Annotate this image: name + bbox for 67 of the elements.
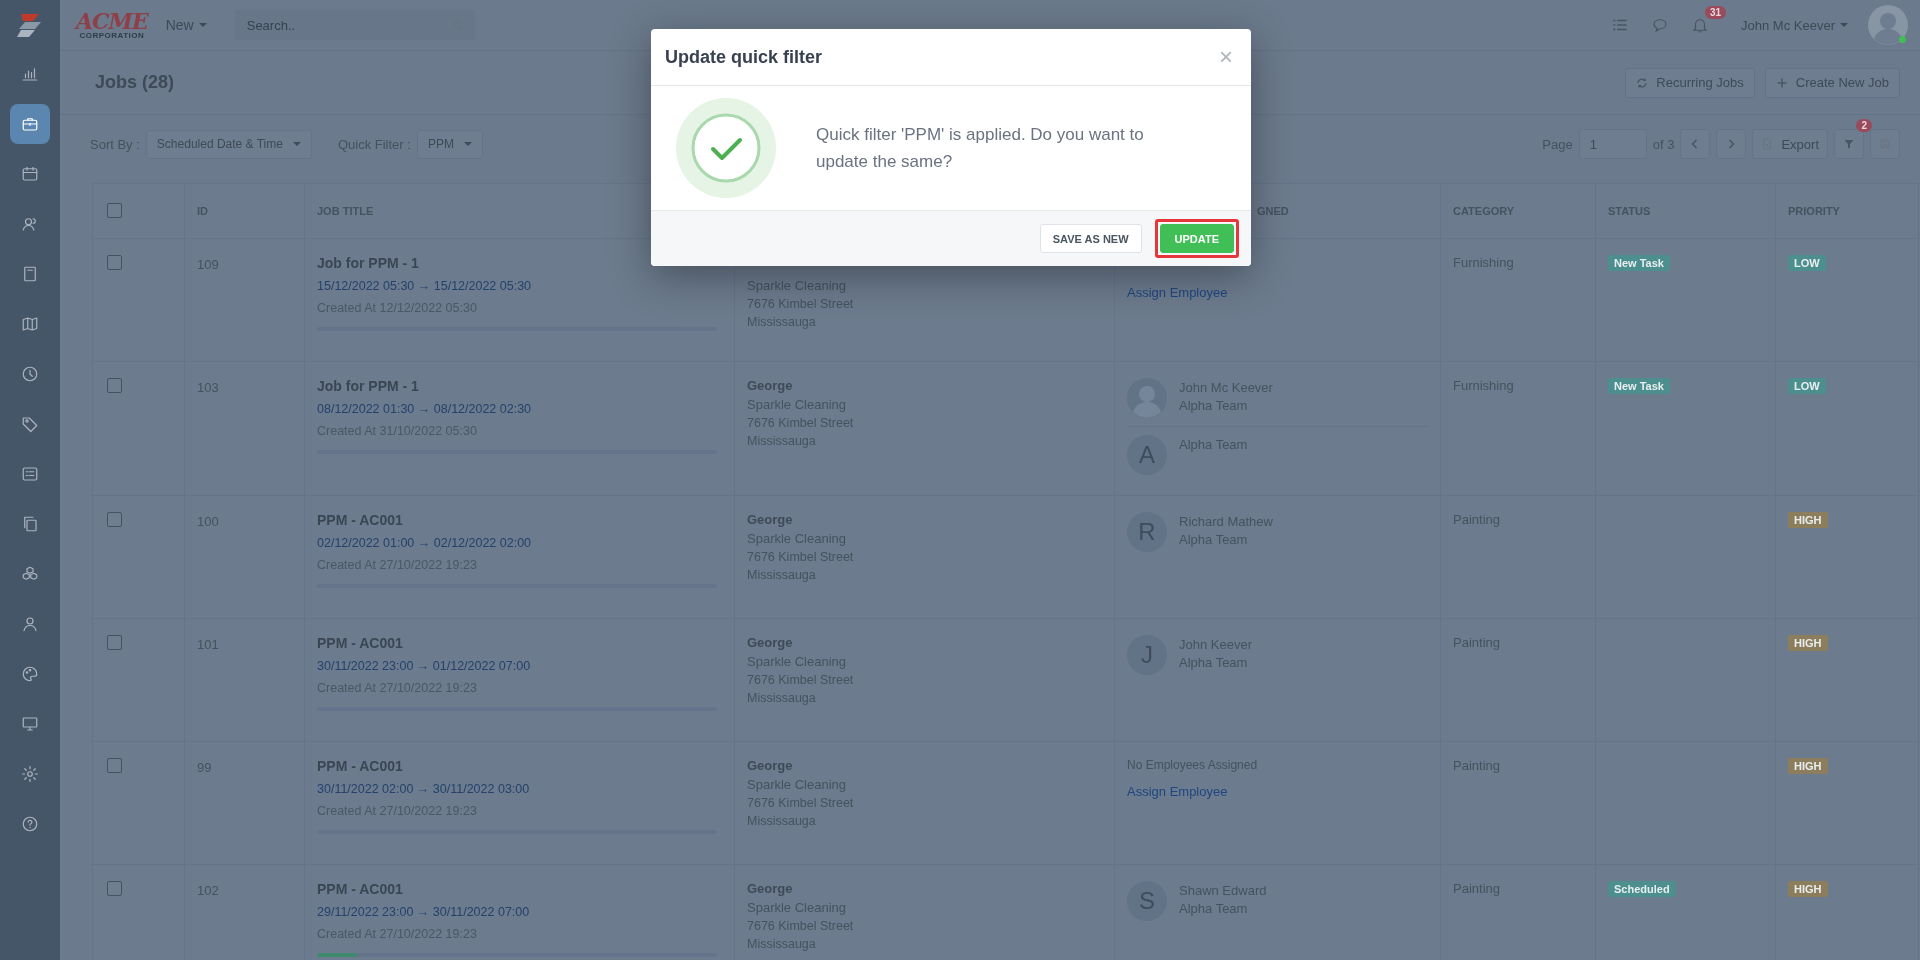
sidebar-item[interactable] (10, 104, 50, 144)
filter-icon (1843, 138, 1855, 150)
next-page-button[interactable] (1716, 129, 1747, 159)
job-schedule: 30/11/2022 23:00 → 01/12/2022 07:00 (317, 659, 532, 673)
row-checkbox[interactable] (107, 758, 122, 773)
priority-badge: LOW (1788, 378, 1826, 394)
job-title: Job for PPM - 1 (317, 378, 420, 394)
row-checkbox[interactable] (107, 378, 122, 393)
refresh-icon (1636, 76, 1649, 89)
user-icon (21, 615, 39, 633)
row-checkbox[interactable] (107, 635, 122, 650)
job-title: PPM - AC001 (317, 512, 404, 528)
tag-icon (21, 415, 39, 433)
job-title: PPM - AC001 (317, 758, 404, 774)
row-checkbox[interactable] (107, 881, 122, 896)
priority-badge: HIGH (1788, 512, 1828, 528)
close-button[interactable]: × (1215, 45, 1237, 69)
status-badge: Scheduled (1608, 881, 1676, 897)
previous-page-button[interactable] (1680, 129, 1711, 159)
assign-employee-link[interactable]: Assign Employee (1127, 285, 1228, 300)
filter-count-badge: 2 (1856, 119, 1872, 132)
priority-badge: HIGH (1788, 881, 1828, 897)
dialog-title: Update quick filter (665, 46, 824, 68)
help-icon (21, 815, 39, 833)
briefcase-icon (21, 115, 39, 133)
book-icon (21, 265, 39, 283)
priority-badge: HIGH (1788, 758, 1828, 774)
bell-icon (1691, 16, 1710, 34)
palette-icon (21, 665, 39, 683)
search-field[interactable]: Search.. (234, 10, 475, 40)
logo-tagline: CORPORATION (79, 32, 145, 40)
clock-icon (21, 365, 39, 383)
user-avatar[interactable] (1868, 5, 1908, 45)
job-title: PPM - AC001 (317, 881, 404, 897)
row-checkbox[interactable] (107, 255, 122, 270)
priority-badge: HIGH (1788, 635, 1828, 651)
job-schedule: 15/12/2022 05:30 → 15/12/2022 05:30 (317, 279, 533, 293)
job-title: Job for PPM - 1 (317, 255, 420, 271)
dialog-message: Quick filter 'PPM' is applied. Do you want to update the same? (816, 123, 1145, 173)
filter-button[interactable] (1834, 129, 1864, 159)
save-as-new-button[interactable]: SAVE AS NEW (1039, 224, 1142, 253)
monitor-icon (21, 715, 39, 733)
chart-icon (21, 65, 39, 83)
assign-employee-link[interactable]: Assign Employee (1127, 784, 1228, 799)
job-title: PPM - AC001 (317, 635, 404, 651)
status-badge: New Task (1608, 255, 1670, 271)
update-button[interactable]: UPDATE (1159, 224, 1234, 253)
users-icon (21, 215, 39, 233)
job-schedule: 29/11/2022 23:00 → 30/11/2022 07:00 (317, 905, 531, 919)
save-button[interactable] (1870, 129, 1900, 159)
select-all-checkbox[interactable] (107, 202, 122, 218)
copy-icon (21, 515, 39, 533)
success-check-icon (676, 98, 776, 198)
status-badge: New Task (1608, 378, 1670, 394)
notification-badge: 31 (1705, 6, 1727, 19)
calendar-icon (21, 165, 39, 183)
row-checkbox[interactable] (107, 512, 122, 527)
job-schedule: 02/12/2022 01:00 → 02/12/2022 02:00 (317, 536, 533, 550)
priority-badge: LOW (1788, 255, 1826, 271)
job-schedule: 08/12/2022 01:30 → 08/12/2022 02:30 (317, 402, 533, 416)
chat-icon (1651, 16, 1670, 34)
logo-text: ACME (76, 10, 148, 32)
job-schedule: 30/11/2022 02:00 → 30/11/2022 03:00 (317, 782, 531, 796)
plus-icon (1775, 76, 1788, 89)
map-icon (21, 315, 39, 333)
list-icon (21, 465, 39, 483)
cubes-icon (21, 565, 39, 583)
